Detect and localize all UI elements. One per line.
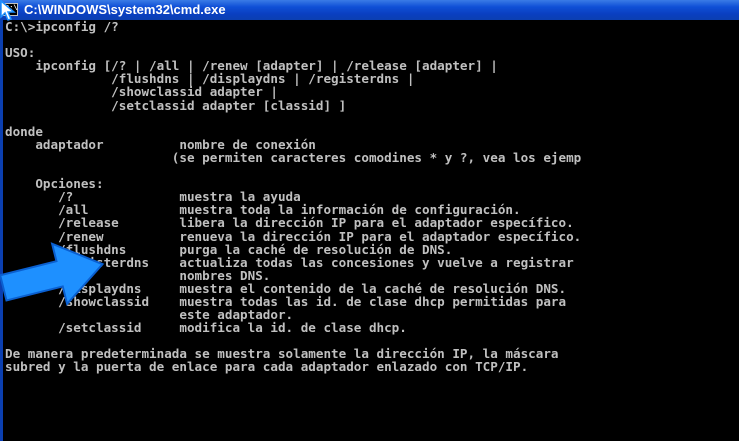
console-line: donde [5, 123, 43, 139]
mouse-pointer-icon [0, 0, 16, 21]
console-text: C:\>ipconfig /? USO: ipconfig [/? | /all … [3, 20, 739, 374]
console-output[interactable]: C:\>ipconfig /? USO: ipconfig [/? | /all … [0, 20, 739, 441]
console-line: nombres DNS. [5, 267, 271, 283]
console-line: adaptador nombre de conexión [5, 136, 316, 152]
title-bar[interactable]: C:\ C:\WINDOWS\system32\cmd.exe [0, 0, 739, 20]
console-line: /renew renueva la dirección IP para el a… [5, 228, 582, 244]
console-line: /displaydns muestra el contenido de la c… [5, 280, 567, 296]
console-line: (se permiten caracteres comodines * y ?,… [5, 149, 582, 165]
console-line: subred y la puerta de enlace para cada a… [5, 359, 529, 375]
console-line: /setclassid adapter [classid] ] [5, 97, 347, 113]
console-line: /registerdns actualiza todas las concesi… [5, 254, 574, 270]
cmd-window: C:\ C:\WINDOWS\system32\cmd.exe C:\>ipco… [0, 0, 739, 441]
console-line: /release libera la dirección IP para el … [5, 215, 574, 231]
console-line: /showclassid adapter | [5, 84, 278, 100]
window-title: C:\WINDOWS\system32\cmd.exe [24, 2, 226, 17]
console-line: C:\>ipconfig /? [5, 20, 119, 34]
pointer-arrow-icon [0, 242, 105, 306]
console-line: /setclassid modifica la id. de clase dhc… [5, 320, 407, 336]
console-line: /flushdns purga la caché de resolución d… [5, 241, 453, 257]
